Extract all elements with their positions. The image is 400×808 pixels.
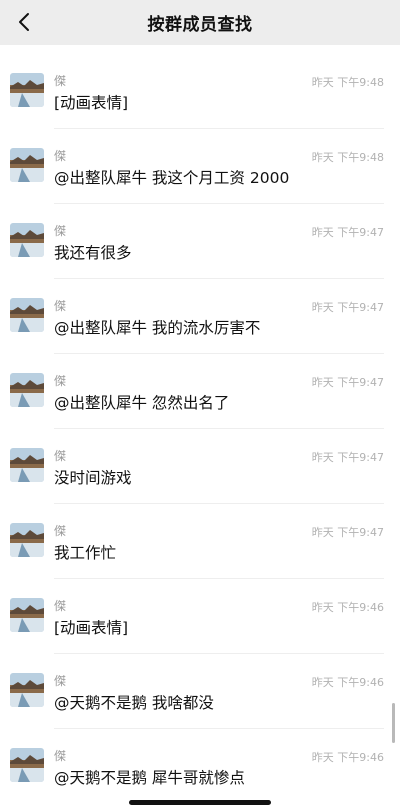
sender-name: 傑 [54,749,67,763]
sender-name: 傑 [54,674,67,688]
message-time: 昨天 下午9:47 [311,526,384,539]
avatar[interactable] [10,223,44,257]
sender-name: 傑 [54,524,67,538]
avatar[interactable] [10,373,44,407]
avatar[interactable] [10,748,44,782]
message-text: [动画表情] [54,94,129,112]
list-item[interactable]: 傑 昨天 下午9:47 我工作忙 [0,504,400,579]
page-title: 按群成员查找 [147,15,253,35]
sender-name: 傑 [54,599,67,613]
home-indicator[interactable] [129,800,271,805]
message-text: @出整队犀牛 我这个月工资 2000 [54,169,290,187]
message-time: 昨天 下午9:48 [311,151,384,164]
avatar[interactable] [10,598,44,632]
avatar[interactable] [10,298,44,332]
message-time: 昨天 下午9:47 [311,376,384,389]
sender-name: 傑 [54,449,67,463]
sender-name: 傑 [54,374,67,388]
message-text: @天鹅不是鹅 我啥都没 [54,694,214,712]
message-text: [动画表情] [54,619,129,637]
message-time: 昨天 下午9:48 [311,76,384,89]
list-item[interactable]: 傑 昨天 下午9:47 没时间游戏 [0,429,400,504]
message-text: 没时间游戏 [54,469,132,487]
message-list: 傑 昨天 下午9:48 [动画表情] 傑 昨天 下午9:48 @出整队犀牛 我这… [0,54,400,804]
message-text: @出整队犀牛 忽然出名了 [54,394,230,412]
sender-name: 傑 [54,224,67,238]
nav-bar: 按群成员查找 [0,0,400,45]
avatar[interactable] [10,148,44,182]
list-item[interactable]: 傑 昨天 下午9:46 [动画表情] [0,579,400,654]
message-text: @出整队犀牛 我的流水厉害不 [54,319,261,337]
list-item[interactable]: 傑 昨天 下午9:46 @天鹅不是鹅 我啥都没 [0,654,400,729]
message-text: 我工作忙 [54,544,117,562]
scrollbar[interactable] [392,703,395,743]
sender-name: 傑 [54,74,67,88]
message-time: 昨天 下午9:47 [311,301,384,314]
list-item[interactable]: 傑 昨天 下午9:47 @出整队犀牛 我的流水厉害不 [0,279,400,354]
message-time: 昨天 下午9:46 [311,676,384,689]
message-time: 昨天 下午9:47 [311,226,384,239]
avatar[interactable] [10,448,44,482]
list-item[interactable]: 傑 昨天 下午9:47 @出整队犀牛 忽然出名了 [0,354,400,429]
sender-name: 傑 [54,149,67,163]
message-time: 昨天 下午9:47 [311,451,384,464]
sender-name: 傑 [54,299,67,313]
chevron-left-icon [19,13,29,31]
message-text: 我还有很多 [54,244,132,262]
avatar[interactable] [10,73,44,107]
back-button[interactable] [14,11,34,33]
message-text: @天鹅不是鹅 犀牛哥就惨点 [54,769,245,787]
list-item[interactable]: 傑 昨天 下午9:48 [动画表情] [0,54,400,129]
avatar[interactable] [10,673,44,707]
list-item[interactable]: 傑 昨天 下午9:46 @天鹅不是鹅 犀牛哥就惨点 [0,729,400,804]
avatar[interactable] [10,523,44,557]
list-item[interactable]: 傑 昨天 下午9:47 我还有很多 [0,204,400,279]
message-time: 昨天 下午9:46 [311,601,384,614]
list-item[interactable]: 傑 昨天 下午9:48 @出整队犀牛 我这个月工资 2000 [0,129,400,204]
message-time: 昨天 下午9:46 [311,751,384,764]
